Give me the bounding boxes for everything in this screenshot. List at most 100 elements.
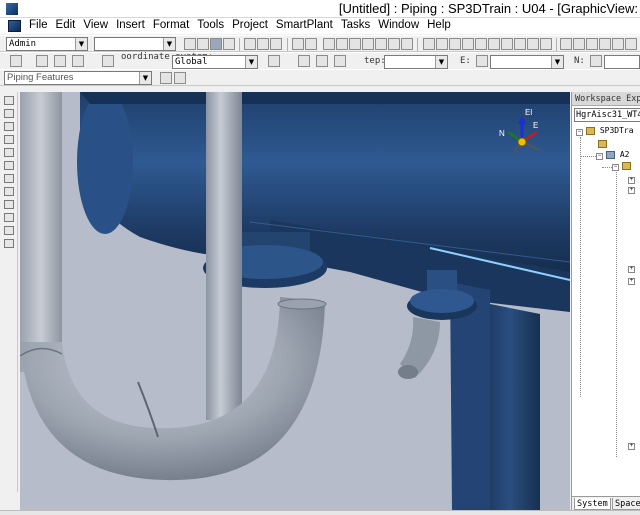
tree-expand-icon[interactable]: + — [628, 177, 635, 184]
check-icon[interactable] — [362, 38, 374, 50]
zoom-icon[interactable] — [560, 38, 572, 50]
format-icon[interactable] — [375, 38, 387, 50]
step-combo[interactable]: ▼ — [384, 55, 448, 69]
print-icon[interactable] — [223, 38, 235, 50]
menu-tasks[interactable]: Tasks — [337, 19, 374, 31]
weld-icon[interactable] — [4, 226, 14, 235]
view-icon[interactable] — [514, 38, 526, 50]
graphic-view[interactable]: El E N — [20, 92, 570, 510]
menu-format[interactable]: Format — [149, 19, 193, 31]
menu-project[interactable]: Project — [228, 19, 272, 31]
mode-icon[interactable] — [334, 55, 346, 67]
open-icon[interactable] — [197, 38, 209, 50]
chevron-down-icon[interactable]: ▼ — [75, 38, 87, 50]
standard-toolbar: Admin ▼ ▼ — [0, 35, 640, 52]
tree-node-root[interactable]: SP3DTra — [586, 126, 634, 135]
view-icon[interactable] — [423, 38, 435, 50]
pan-icon[interactable] — [612, 38, 624, 50]
chevron-down-icon[interactable]: ▼ — [139, 72, 151, 84]
delete-icon[interactable] — [270, 38, 282, 50]
workspace-filter-field[interactable]: HgrAisc31_WT4 — [574, 108, 640, 122]
chevron-down-icon[interactable]: ▼ — [245, 56, 257, 68]
measure-icon[interactable] — [336, 38, 348, 50]
view-icon[interactable] — [436, 38, 448, 50]
refresh-icon[interactable] — [305, 38, 317, 50]
properties-icon[interactable] — [349, 38, 361, 50]
zoom-area-icon[interactable] — [586, 38, 598, 50]
tree-node-unit[interactable] — [622, 161, 631, 170]
menu-window[interactable]: Window — [374, 19, 423, 31]
insert-specialty-icon[interactable] — [4, 135, 14, 144]
select-filter-icon[interactable] — [160, 72, 172, 84]
zoom-in-icon[interactable] — [573, 38, 585, 50]
settings-icon[interactable] — [268, 55, 280, 67]
grid-icon[interactable] — [54, 55, 66, 67]
relative-icon[interactable] — [102, 55, 114, 67]
spool-icon[interactable] — [4, 213, 14, 222]
permission-group-combo[interactable]: Admin ▼ — [6, 37, 88, 51]
mode-icon[interactable] — [316, 55, 328, 67]
dropdown-icon[interactable] — [540, 38, 552, 50]
cut-icon[interactable] — [244, 38, 256, 50]
chevron-down-icon[interactable]: ▼ — [551, 56, 563, 68]
grid-icon[interactable] — [72, 55, 84, 67]
undo-icon[interactable] — [323, 38, 335, 50]
tree-expand-icon[interactable]: + — [628, 266, 635, 273]
tab-system[interactable]: System — [574, 498, 611, 510]
view-icon[interactable] — [449, 38, 461, 50]
chevron-down-icon[interactable]: ▼ — [163, 38, 175, 50]
select-icon[interactable] — [4, 96, 14, 105]
pipe-support-icon[interactable] — [4, 200, 14, 209]
insert-split-icon[interactable] — [4, 161, 14, 170]
view-icon[interactable] — [462, 38, 474, 50]
menu-insert[interactable]: Insert — [112, 19, 149, 31]
mode-icon[interactable] — [298, 55, 310, 67]
layers-icon[interactable] — [401, 38, 413, 50]
coordinate-system-combo[interactable]: Global ▼ — [172, 55, 258, 69]
target-icon[interactable] — [36, 55, 48, 67]
e-coordinate-combo[interactable]: ▼ — [490, 55, 564, 69]
filter-combo[interactable]: ▼ — [94, 37, 176, 51]
document-icon[interactable] — [8, 20, 21, 32]
tree-collapse-icon[interactable]: − — [596, 153, 603, 160]
menu-view[interactable]: View — [79, 19, 112, 31]
fit-icon[interactable] — [599, 38, 611, 50]
tree-expand-icon[interactable]: + — [628, 443, 635, 450]
insert-component-icon[interactable] — [4, 122, 14, 131]
sloped-pipe-icon[interactable] — [4, 239, 14, 248]
insert-tap-icon[interactable] — [4, 174, 14, 183]
paste-icon[interactable] — [292, 38, 304, 50]
menu-edit[interactable]: Edit — [52, 19, 80, 31]
route-pipe-icon[interactable] — [4, 109, 14, 118]
view-icon[interactable] — [488, 38, 500, 50]
locate-filter-combo[interactable]: Piping Features ▼ — [4, 71, 152, 85]
lock-icon[interactable] — [590, 55, 602, 67]
save-icon[interactable] — [210, 38, 222, 50]
tree-expand-icon[interactable]: + — [628, 187, 635, 194]
view-icon[interactable] — [527, 38, 539, 50]
check-icon[interactable] — [388, 38, 400, 50]
menu-tools[interactable]: Tools — [193, 19, 228, 31]
pinpoint-icon[interactable] — [10, 55, 22, 67]
tab-space[interactable]: Space — [612, 498, 640, 510]
view-icon[interactable] — [501, 38, 513, 50]
lock-icon[interactable] — [476, 55, 488, 67]
chevron-down-icon[interactable]: ▼ — [435, 56, 447, 68]
step-label: tep: — [364, 56, 386, 66]
tree-node-a2[interactable]: A2 — [606, 150, 629, 159]
copy-icon[interactable] — [257, 38, 269, 50]
new-icon[interactable] — [184, 38, 196, 50]
tree-collapse-icon[interactable]: − — [612, 164, 619, 171]
n-coordinate-combo[interactable] — [604, 55, 640, 69]
menu-file[interactable]: File — [25, 19, 52, 31]
menu-help[interactable]: Help — [423, 19, 455, 31]
tree-collapse-icon[interactable]: − — [576, 129, 583, 136]
connect-icon[interactable] — [4, 187, 14, 196]
rotate-icon[interactable] — [625, 38, 637, 50]
tree-node-filter[interactable] — [598, 139, 607, 148]
view-icon[interactable] — [475, 38, 487, 50]
menu-smartplant[interactable]: SmartPlant — [272, 19, 337, 31]
insert-instrument-icon[interactable] — [4, 148, 14, 157]
select-filter-icon[interactable] — [174, 72, 186, 84]
tree-expand-icon[interactable]: + — [628, 278, 635, 285]
